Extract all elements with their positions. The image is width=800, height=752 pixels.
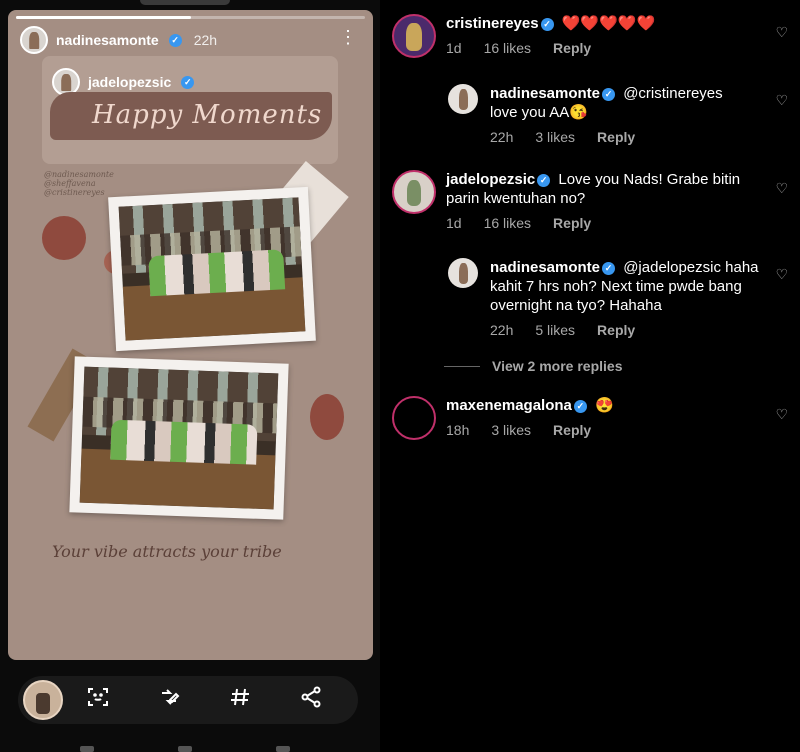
avatar[interactable] [448,84,478,114]
tag[interactable]: @nadinesamonte [44,170,114,179]
comment-text: 😍 [595,397,614,414]
verified-icon: ✓ [573,400,587,413]
story-time: 22h [193,32,218,48]
reply-button[interactable]: Reply [597,321,635,340]
view-more-label[interactable]: View 2 more replies [492,358,622,374]
story-action-bar [18,676,358,724]
reply-button[interactable]: Reply [597,128,635,147]
comment-username[interactable]: cristinereyes [446,15,539,32]
comments-panel: cristinereyes ✓ ❤️❤️❤️❤️❤️ 1d 16 likes Re… [380,0,800,752]
avatar[interactable] [392,14,436,58]
verified-icon: ✓ [537,174,551,187]
story-photo [69,356,289,520]
comment-time: 1d [446,215,462,231]
flower-decoration [42,216,86,260]
reply-comment: nadinesamonte ✓ @cristinereyes love you A… [448,84,788,146]
like-heart-icon[interactable]: ♡ [775,266,788,283]
reply-button[interactable]: Reply [553,421,591,440]
comment-text: ❤️❤️❤️❤️❤️ [561,15,656,32]
comment-time: 18h [446,422,470,438]
reply-comment: nadinesamonte ✓ @jadelopezsic haha kahit … [448,258,788,344]
avatar[interactable] [448,258,478,288]
verified-icon: ✓ [181,75,195,89]
comment-likes[interactable]: 3 likes [535,128,575,147]
comment-time: 22h [490,129,514,145]
top-handle [140,0,230,5]
verified-icon: ✓ [540,18,554,31]
reply-button[interactable]: Reply [553,39,591,58]
face-scan-icon[interactable] [78,686,118,714]
like-heart-icon[interactable]: ♡ [775,92,788,109]
story-progress-bar [16,16,365,19]
verified-icon: ✓ [168,33,182,47]
comment-username[interactable]: maxenemagalona [446,397,572,414]
flower-decoration [310,394,344,440]
avatar[interactable] [392,170,436,214]
avatar[interactable] [392,396,436,440]
tag[interactable]: @sheffavena [44,179,114,188]
avatar[interactable] [20,26,48,54]
comment: cristinereyes ✓ ❤️❤️❤️❤️❤️ 1d 16 likes Re… [392,14,788,74]
story-username[interactable]: nadinesamonte [56,32,159,48]
more-options-icon[interactable]: ⋮ [339,28,357,46]
comment-likes[interactable]: 5 likes [535,321,575,340]
comment-username[interactable]: nadinesamonte [490,259,600,276]
story-header: nadinesamonte ✓ 22h [20,26,217,54]
tag-list: @nadinesamonte @sheffavena @cristinereye… [44,170,114,197]
comment-likes[interactable]: 16 likes [484,214,531,233]
tag[interactable]: @cristinereyes [44,188,114,197]
comment: jadelopezsic ✓ Love you Nads! Grabe bitin… [392,170,788,234]
verified-icon: ✓ [602,88,616,101]
like-heart-icon[interactable]: ♡ [775,24,788,41]
story-tagline: Your vibe attracts your tribe [52,542,282,561]
verified-icon: ✓ [602,262,616,275]
comment: maxenemagalona ✓ 😍 18h 3 likes Reply ♡ [392,396,788,456]
like-heart-icon[interactable]: ♡ [775,406,788,423]
story-card[interactable]: nadinesamonte ✓ 22h ⋮ jadelopezsic ✓ Hap… [8,10,373,660]
comment-username[interactable]: nadinesamonte [490,85,600,102]
system-nav-bar [80,746,290,752]
comment-time: 22h [490,322,514,338]
share-icon[interactable] [291,686,331,714]
story-photo [108,186,316,352]
like-heart-icon[interactable]: ♡ [775,180,788,197]
story-title-text: Happy Moments [92,100,323,130]
gallery-thumbnail[interactable] [23,680,63,720]
reply-button[interactable]: Reply [553,214,591,233]
reposted-story[interactable]: jadelopezsic ✓ Happy Moments [42,56,338,164]
comment-likes[interactable]: 3 likes [491,421,531,440]
comment-username[interactable]: jadelopezsic [446,171,535,188]
hashtag-icon[interactable] [220,686,260,714]
repost-username[interactable]: jadelopezsic [88,74,171,90]
comment-likes[interactable]: 16 likes [484,39,531,58]
story-viewer: nadinesamonte ✓ 22h ⋮ jadelopezsic ✓ Hap… [0,0,380,752]
comment-time: 1d [446,40,462,56]
story-progress-fill [16,16,191,19]
edit-icon[interactable] [149,686,189,714]
view-more-replies[interactable]: View 2 more replies [444,358,622,374]
